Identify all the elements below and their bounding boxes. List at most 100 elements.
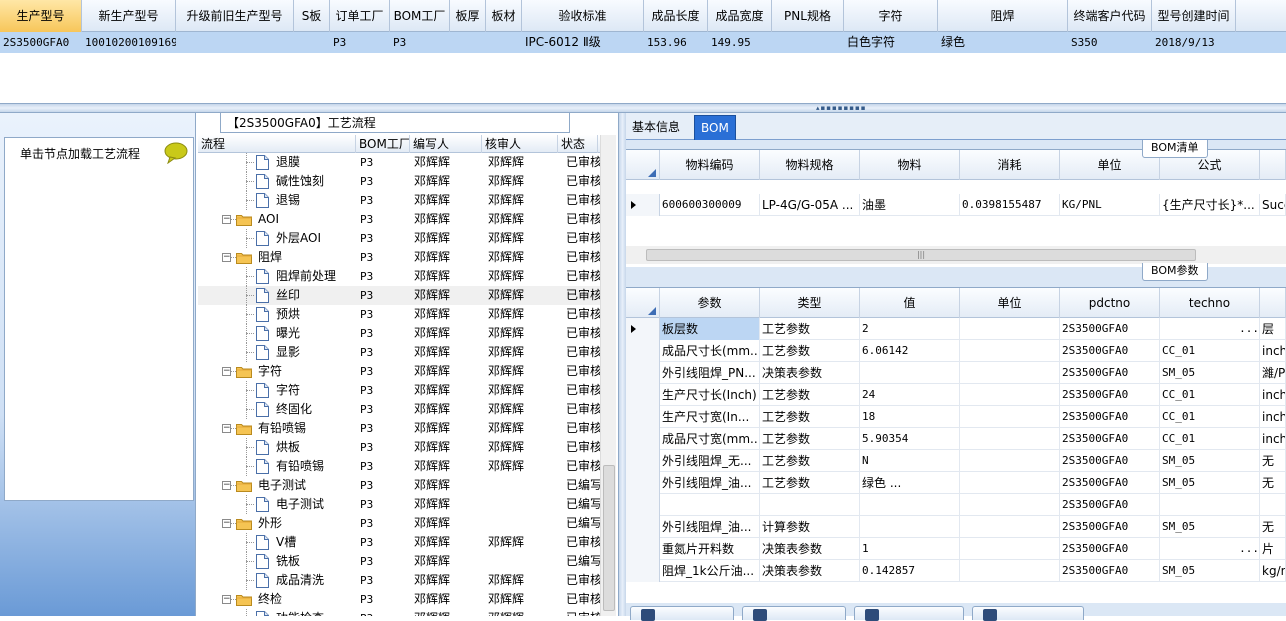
grid-cell[interactable]: 0.142857 xyxy=(860,560,960,582)
grid-cell[interactable] xyxy=(1260,494,1286,516)
grid-cell[interactable]: 层 xyxy=(1260,318,1286,340)
grid-cell[interactable]: 2S3500GFA0 xyxy=(1060,560,1160,582)
row-indicator[interactable] xyxy=(626,318,660,340)
grid-col-header[interactable]: 单位 xyxy=(960,288,1060,318)
grid-cell[interactable]: 外引线阻焊_油... xyxy=(660,472,760,494)
grid-cell[interactable]: 片 xyxy=(1260,538,1286,560)
grid-cell[interactable]: inch xyxy=(1260,406,1286,428)
model-col-header[interactable]: 型号创建时间 xyxy=(1152,0,1236,32)
model-col-header[interactable]: 字符 xyxy=(844,0,938,32)
tree-row[interactable]: 预烘 P3 邓辉辉 邓辉辉 已审核 xyxy=(198,305,600,324)
grid-cell[interactable]: 工艺参数 xyxy=(760,384,860,406)
collapse-icon[interactable]: − xyxy=(222,424,231,433)
grid-cell[interactable] xyxy=(960,318,1060,340)
grid-cell[interactable]: 0.0398155487 xyxy=(960,194,1060,216)
row-indicator[interactable] xyxy=(626,516,660,538)
grid-cell[interactable]: 工艺参数 xyxy=(760,406,860,428)
grid-cell[interactable]: 24 xyxy=(860,384,960,406)
grid-cell[interactable]: SM_05 xyxy=(1160,362,1260,384)
model-col-header[interactable]: 板厚 xyxy=(450,0,486,32)
grid-cell[interactable]: LP-4G/G-05A ... xyxy=(760,194,860,216)
tree-row[interactable]: 碱性蚀刻 P3 邓辉辉 邓辉辉 已审核 xyxy=(198,172,600,191)
grid-cell[interactable] xyxy=(860,494,960,516)
grid-cell[interactable]: 外引线阻焊_无... xyxy=(660,450,760,472)
grid-cell[interactable]: 2S3500GFA0 xyxy=(1060,450,1160,472)
grid-col-header[interactable] xyxy=(1260,288,1286,318)
toolbar-button-4[interactable] xyxy=(972,606,1084,621)
tree-row[interactable]: 功能检查P3邓辉辉邓辉辉已审核 xyxy=(198,609,600,616)
grid-row[interactable]: 板层数 工艺参数 2 2S3500GFA0... 层 xyxy=(626,318,1286,340)
tree-row[interactable]: 曝光 P3 邓辉辉 邓辉辉 已审核 xyxy=(198,324,600,343)
tree-row[interactable]: V槽 P3 邓辉辉 邓辉辉 已审核 xyxy=(198,533,600,552)
grid-cell[interactable]: 无 xyxy=(1260,516,1286,538)
grid-cell[interactable]: Succ xyxy=(1260,194,1286,216)
process-load-box[interactable]: 单击节点加载工艺流程 xyxy=(4,137,194,501)
model-col-header[interactable]: 成品长度 xyxy=(644,0,708,32)
grid-cell[interactable]: 18 xyxy=(860,406,960,428)
row-indicator[interactable] xyxy=(626,194,660,216)
row-indicator[interactable] xyxy=(626,472,660,494)
bom-scroll-thumb[interactable]: ||| xyxy=(646,249,1196,261)
model-col-header[interactable]: S板 xyxy=(294,0,330,32)
grid-cell[interactable]: 2S3500GFA0 xyxy=(1060,428,1160,450)
tree-vertical-scrollbar[interactable] xyxy=(600,135,616,616)
tree-row[interactable]: 有铅喷锡 P3 邓辉辉 邓辉辉 已审核 xyxy=(198,457,600,476)
tree-row[interactable]: 退锡 P3 邓辉辉 邓辉辉 已审核 xyxy=(198,191,600,210)
grid-cell[interactable]: kg/m xyxy=(1260,560,1286,582)
grid-cell[interactable] xyxy=(960,516,1060,538)
model-col-header[interactable]: 新生产型号 xyxy=(82,0,176,32)
grid-cell[interactable] xyxy=(960,384,1060,406)
grid-cell[interactable]: ... xyxy=(1160,538,1260,560)
grid-cell[interactable]: 2 xyxy=(860,318,960,340)
model-grid-selected-row[interactable]: 2S3500GFA0 10010200109169 P3 P3 IPC-6012 Ⅱ级 1… xyxy=(0,32,1286,53)
row-indicator[interactable] xyxy=(626,384,660,406)
grid-col-header[interactable]: 消耗 xyxy=(960,150,1060,180)
grid-col-header[interactable]: 类型 xyxy=(760,288,860,318)
row-indicator[interactable] xyxy=(626,406,660,428)
grid-cell[interactable]: ... xyxy=(1160,318,1260,340)
collapse-icon[interactable]: − xyxy=(222,215,231,224)
grid-cell[interactable]: 工艺参数 xyxy=(760,450,860,472)
grid-col-header[interactable]: 值 xyxy=(860,288,960,318)
grid-cell[interactable]: 油墨 xyxy=(860,194,960,216)
grid-cell[interactable]: 无 xyxy=(1260,450,1286,472)
grid-cell[interactable]: 工艺参数 xyxy=(760,428,860,450)
grid-cell[interactable]: 计算参数 xyxy=(760,516,860,538)
grid-cell[interactable]: 工艺参数 xyxy=(760,472,860,494)
grid-col-header[interactable]: 物料编码 xyxy=(660,150,760,180)
tree-row[interactable]: 铣板 P3 邓辉辉 已编写 xyxy=(198,552,600,571)
grid-row[interactable]: 生产尺寸长(Inch) 工艺参数 24 2S3500GFA0 CC_01 inch xyxy=(626,384,1286,406)
bom-params-grid[interactable]: 参数 类型值单位 pdctno techno 板层数 工艺参数 2 2S3500GFA0...… xyxy=(626,287,1286,603)
grid-cell[interactable] xyxy=(860,362,960,384)
collapse-icon[interactable]: − xyxy=(222,519,231,528)
grid-cell[interactable]: 重氮片开料数 xyxy=(660,538,760,560)
grid-cell[interactable]: 工艺参数 xyxy=(760,340,860,362)
collapse-icon[interactable]: − xyxy=(222,253,231,262)
grid-cell[interactable] xyxy=(960,560,1060,582)
grid-cell[interactable]: 外引线阻焊_PN... xyxy=(660,362,760,384)
grid-cell[interactable] xyxy=(760,494,860,516)
grid-cell[interactable]: CC_01 xyxy=(1160,340,1260,362)
grid-cell[interactable]: 决策表参数 xyxy=(760,560,860,582)
grid-cell[interactable] xyxy=(860,516,960,538)
grid-cell[interactable] xyxy=(960,494,1060,516)
tree-row[interactable]: 字符 P3 邓辉辉 邓辉辉 已审核 xyxy=(198,381,600,400)
grid-cell[interactable] xyxy=(960,340,1060,362)
model-col-header[interactable]: 验收标准 xyxy=(522,0,644,32)
grid-cell[interactable] xyxy=(960,472,1060,494)
chat-bubble-icon[interactable] xyxy=(163,142,189,164)
model-col-header[interactable]: 板材 xyxy=(486,0,522,32)
model-col-header[interactable]: PNL规格 xyxy=(772,0,844,32)
grid-cell[interactable]: 600600300009 xyxy=(660,194,760,216)
collapse-icon[interactable]: − xyxy=(222,481,231,490)
grid-cell[interactable]: SM_05 xyxy=(1160,516,1260,538)
grid-row[interactable]: 2S3500GFA0 xyxy=(626,494,1286,516)
row-indicator[interactable] xyxy=(626,494,660,516)
grid-cell[interactable]: SM_05 xyxy=(1160,450,1260,472)
grid-cell[interactable]: CC_01 xyxy=(1160,406,1260,428)
row-indicator[interactable] xyxy=(626,538,660,560)
grid-cell[interactable]: inch xyxy=(1260,340,1286,362)
model-col-header[interactable]: 订单工厂 xyxy=(330,0,390,32)
grid-col-header[interactable]: techno xyxy=(1160,288,1260,318)
horizontal-splitter[interactable]: ▴▪▪▪▪▪▪▪▪ xyxy=(0,103,1286,113)
